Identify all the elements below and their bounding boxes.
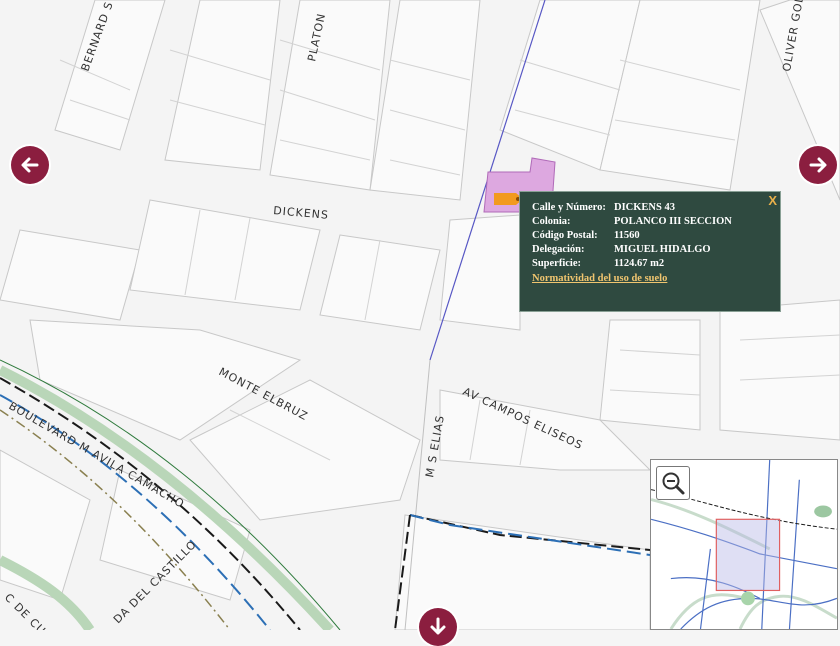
info-row: Delegación: MIGUEL HIDALGO: [530, 243, 734, 257]
info-key: Superficie:: [532, 258, 581, 269]
info-row: Calle y Número: DICKENS 43: [530, 201, 734, 215]
arrow-right-icon: [809, 157, 827, 173]
info-row: Colonia: POLANCO III SECCION: [530, 215, 734, 229]
info-value: 11560: [614, 230, 640, 241]
info-value: 1124.67 m2: [614, 258, 665, 269]
pan-right-button[interactable]: [799, 146, 837, 184]
overview-extent-box[interactable]: [715, 518, 781, 592]
pan-left-button[interactable]: [11, 146, 49, 184]
zoom-out-button[interactable]: [656, 466, 690, 500]
zoom-out-icon: [662, 472, 685, 495]
info-key: Código Postal:: [532, 230, 598, 241]
info-value: DICKENS 43: [614, 202, 675, 213]
pan-down-button[interactable]: [419, 608, 457, 646]
info-value: POLANCO III SECCION: [614, 216, 732, 227]
popup-close-button[interactable]: X: [768, 193, 777, 208]
parcel-info-table: Calle y Número: DICKENS 43 Colonia: POLANC…: [530, 201, 734, 271]
info-value: MIGUEL HIDALGO: [614, 244, 711, 255]
parcel-info-popup: X Calle y Número: DICKENS 43 Colonia: POLA…: [519, 191, 781, 312]
land-use-link[interactable]: Normatividad del uso de suelo: [532, 273, 780, 284]
info-key: Calle y Número:: [532, 202, 606, 213]
info-row: Superficie: 1124.67 m2: [530, 257, 734, 271]
arrow-down-icon: [430, 617, 446, 635]
info-key: Colonia:: [532, 216, 571, 227]
info-row: Código Postal: 11560: [530, 229, 734, 243]
info-key: Delegación:: [532, 244, 585, 255]
arrow-left-icon: [21, 157, 39, 173]
